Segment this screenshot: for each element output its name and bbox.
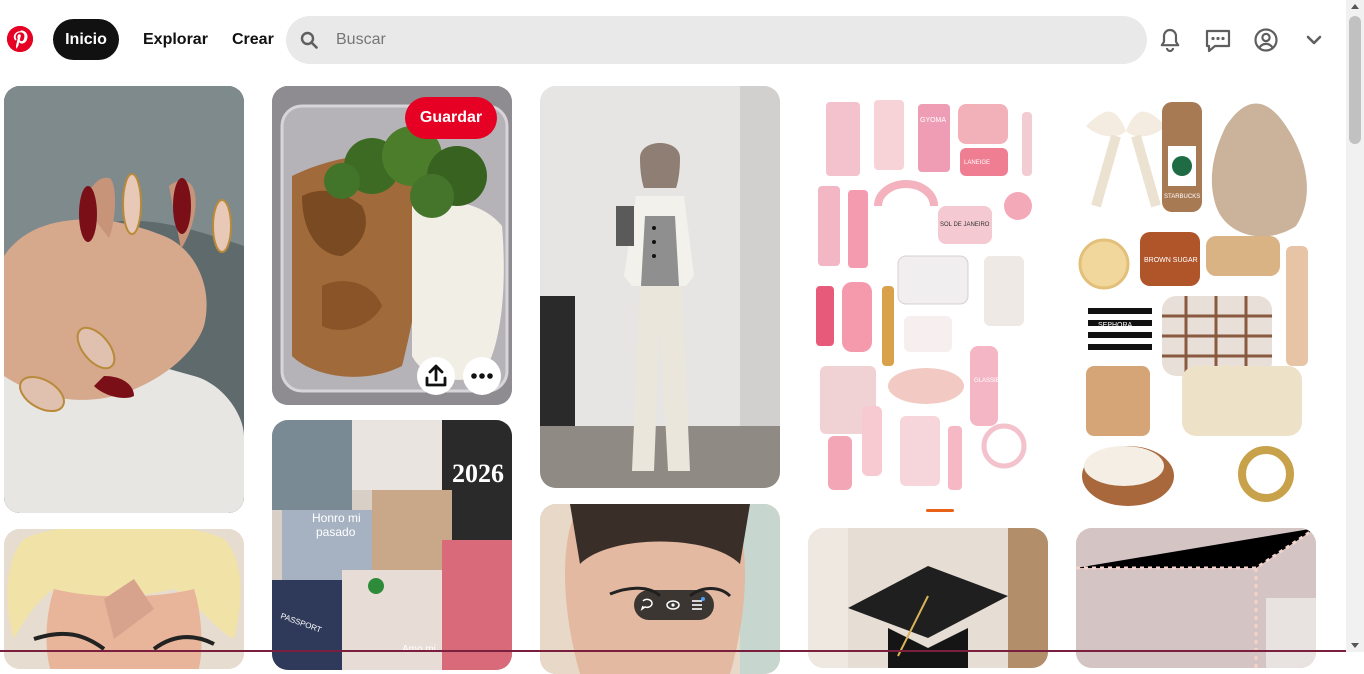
pinterest-logo-mark — [7, 26, 33, 52]
svg-text:GLASSIER: GLASSIER — [974, 378, 1005, 384]
nav-explore[interactable]: Explorar — [131, 19, 220, 60]
message-icon — [1205, 29, 1231, 53]
svg-text:pasado: pasado — [316, 525, 356, 539]
more-icon — [471, 373, 493, 379]
pin-room-lights[interactable] — [1076, 528, 1316, 668]
pin-pink-products[interactable]: GYOMA LANEIGE SOL DE JANEIRO GLASSIER — [808, 86, 1048, 513]
profile-button[interactable] — [1250, 24, 1282, 56]
pin-graduation[interactable] — [808, 528, 1048, 668]
video-controls-icons — [640, 597, 705, 611]
svg-text:Honro mi: Honro mi — [312, 511, 361, 525]
nav-create[interactable]: Crear — [220, 19, 286, 60]
pin-nails-image — [4, 86, 244, 513]
bell-icon — [1160, 28, 1180, 53]
top-navigation: Inicio Explorar Crear — [0, 0, 1346, 80]
svg-text:SEPHORA: SEPHORA — [1098, 322, 1133, 329]
share-icon — [425, 364, 447, 387]
carousel-indicator — [926, 509, 954, 512]
pin-meal-prep[interactable]: Guardar — [272, 86, 512, 405]
pin-outfit[interactable] — [540, 86, 780, 488]
scroll-down-arrow[interactable] — [1351, 643, 1359, 648]
svg-text:SOL DE JANEIRO: SOL DE JANEIRO — [940, 222, 990, 228]
account-menu-button[interactable] — [1298, 24, 1330, 56]
svg-text:GYOMA: GYOMA — [920, 117, 946, 124]
video-controls[interactable] — [634, 590, 714, 620]
search-input[interactable] — [336, 16, 1126, 64]
scroll-up-arrow[interactable] — [1351, 4, 1359, 9]
pin-blonde-image — [4, 529, 244, 669]
pin-makeup[interactable] — [540, 504, 780, 674]
scroll-thumb[interactable] — [1349, 16, 1361, 144]
svg-text:BROWN SUGAR: BROWN SUGAR — [1144, 257, 1198, 264]
chevron-down-icon — [1306, 35, 1322, 45]
pin-collage-image: 2026 Honro mi pasado PASSPORT Amo mi — [272, 420, 512, 670]
pin-graduation-image — [808, 528, 1048, 668]
svg-text:STARBUCKS: STARBUCKS — [1164, 194, 1200, 200]
share-button[interactable] — [417, 357, 455, 395]
notifications-button[interactable] — [1154, 24, 1186, 56]
pin-makeup-image — [540, 504, 780, 674]
more-options-button[interactable] — [463, 357, 501, 395]
pin-cozy-items[interactable]: STARBUCKS BROWN SUGAR SEPHORA — [1076, 86, 1316, 513]
pin-outfit-image — [540, 86, 780, 488]
search-icon — [300, 31, 318, 49]
pin-blonde[interactable] — [4, 529, 244, 669]
svg-text:2026: 2026 — [452, 459, 504, 488]
svg-text:LANEIGE: LANEIGE — [964, 160, 990, 166]
pin-cozy-items-image: STARBUCKS BROWN SUGAR SEPHORA — [1076, 86, 1316, 513]
pin-nails[interactable] — [4, 86, 244, 513]
pin-pink-products-image: GYOMA LANEIGE SOL DE JANEIRO GLASSIER — [808, 86, 1048, 513]
save-button[interactable]: Guardar — [405, 97, 497, 139]
messages-button[interactable] — [1202, 24, 1234, 56]
pinterest-logo[interactable] — [7, 26, 33, 52]
search-bar[interactable] — [286, 16, 1147, 64]
nav-home[interactable]: Inicio — [53, 19, 119, 60]
pin-collage[interactable]: 2026 Honro mi pasado PASSPORT Amo mi — [272, 420, 512, 670]
vertical-scrollbar[interactable] — [1346, 0, 1364, 652]
pin-room-lights-image — [1076, 528, 1316, 668]
profile-icon — [1254, 28, 1278, 52]
